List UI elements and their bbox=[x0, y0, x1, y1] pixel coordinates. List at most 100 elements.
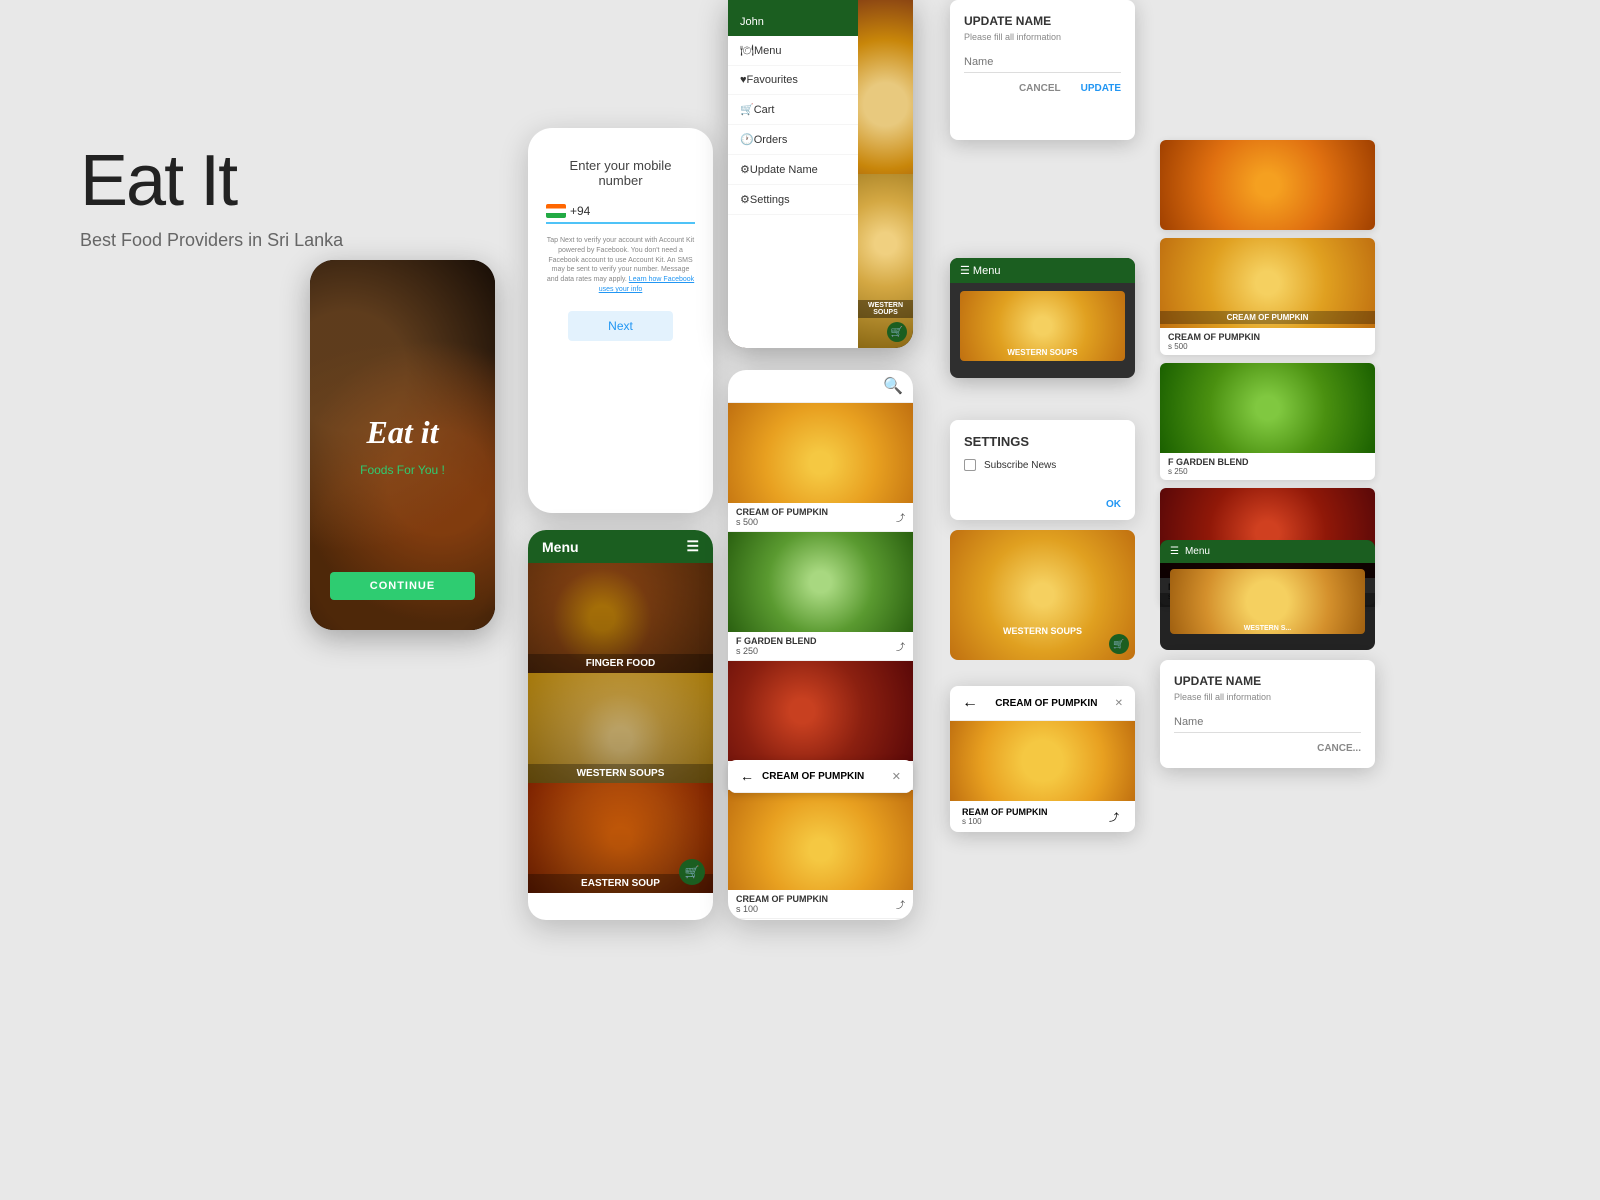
pumpkin-back-nav: ← CREAM OF PUMPKIN ✕ bbox=[728, 760, 913, 793]
pumpkin-name: CREAM OF PUMPKIN bbox=[736, 507, 828, 517]
food-list-header: 🔍 bbox=[728, 370, 913, 403]
western-soups-preview[interactable]: WESTERN SOUPS 🛒 bbox=[950, 530, 1135, 660]
menu-overlay-phone: ☰ Menu WESTERN SOUPS bbox=[950, 258, 1135, 378]
menu-icon: ☰ bbox=[686, 538, 699, 555]
right-garden-img bbox=[1160, 363, 1375, 453]
drawer-settings-label: Settings bbox=[750, 194, 790, 206]
update-name-buttons: CANCEL UPDATE bbox=[964, 83, 1121, 94]
right-food-pumpkin[interactable]: CREAM OF PUMPKIN CREAM OF PUMPKIN s 500 bbox=[1160, 238, 1375, 355]
drawer-food-preview: WESTERN SOUPS 🛒 bbox=[858, 0, 913, 348]
learn-more-link[interactable]: Learn how Facebook uses your info bbox=[599, 276, 694, 293]
name-input[interactable] bbox=[964, 52, 1121, 73]
drawer-orders-item[interactable]: 🕐 Orders bbox=[728, 125, 858, 155]
pumpkin-info: CREAM OF PUMPKIN s 500 ⤴ bbox=[728, 503, 913, 531]
pumpkin2-details: CREAM OF PUMPKIN s 100 bbox=[736, 894, 828, 914]
right-food-garden[interactable]: F GARDEN BLEND s 250 bbox=[1160, 363, 1375, 480]
phone-food-list: 🔍 CREAM OF PUMPKIN s 500 ⤴ F GARDEN BLEN… bbox=[728, 370, 913, 920]
food-card-garden[interactable]: F GARDEN BLEND s 250 ⤴ bbox=[728, 532, 913, 661]
fr-update-title: UPDATE NAME bbox=[1174, 674, 1361, 688]
pumpkin2-price: s 100 bbox=[736, 904, 828, 914]
settings-ok-button[interactable]: OK bbox=[1106, 499, 1121, 510]
next-button[interactable]: Next bbox=[568, 311, 673, 341]
app-subtitle: Best Food Providers in Sri Lanka bbox=[80, 230, 343, 251]
login-title: Enter your mobile number bbox=[546, 158, 695, 188]
country-code: +94 bbox=[570, 204, 590, 218]
pumpkin-modal-price: s 100 bbox=[962, 817, 1048, 826]
pumpkin2-name: CREAM OF PUMPKIN bbox=[736, 894, 828, 904]
cart-button[interactable]: 🛒 bbox=[679, 859, 705, 885]
orders-icon: 🕐 bbox=[740, 133, 754, 146]
pumpkin-modal-name: REAM OF PUMPKIN bbox=[962, 807, 1048, 817]
pumpkin-details: CREAM OF PUMPKIN s 500 bbox=[736, 507, 828, 527]
drawer-update-name-item[interactable]: ⚙ Update Name bbox=[728, 155, 858, 185]
menu-overlay-header: ☰ Menu bbox=[950, 258, 1135, 283]
cart-icon: 🛒 bbox=[740, 103, 754, 116]
western-soups-cart-button[interactable]: 🛒 bbox=[1109, 634, 1129, 654]
update-icon: ⚙ bbox=[740, 163, 750, 176]
drawer-cart-fab[interactable]: 🛒 bbox=[887, 322, 907, 342]
modal-close-icon[interactable]: ✕ bbox=[1115, 698, 1123, 709]
right-food-eastern[interactable]: EASTERN SO bbox=[1160, 140, 1375, 230]
right-garden-name: F GARDEN BLEND bbox=[1160, 453, 1375, 467]
drawer-cart-label: Cart bbox=[754, 104, 775, 116]
app-intro-section: Eat It Best Food Providers in Sri Lanka bbox=[80, 140, 343, 251]
settings-title: SETTINGS bbox=[964, 434, 1121, 449]
menu-finger-food[interactable]: FINGER FOOD bbox=[528, 563, 713, 673]
update-button[interactable]: UPDATE bbox=[1081, 83, 1121, 94]
fr-menu-content: WESTERN S... bbox=[1160, 563, 1375, 640]
menu-eastern-soup[interactable]: EASTERN SOUP 🛒 bbox=[528, 783, 713, 893]
phone-input-row[interactable]: +94 bbox=[546, 204, 695, 224]
food-card-pumpkin[interactable]: CREAM OF PUMPKIN s 500 ⤴ bbox=[728, 403, 913, 532]
cancel-button[interactable]: CANCEL bbox=[1019, 83, 1061, 94]
update-name-title: UPDATE NAME bbox=[964, 14, 1121, 28]
back-arrow-icon[interactable]: ← bbox=[740, 768, 754, 784]
pumpkin-modal-header: ← CREAM OF PUMPKIN ✕ bbox=[950, 686, 1135, 721]
food-preview-bottom bbox=[858, 174, 913, 348]
pumpkin-price: s 500 bbox=[736, 517, 828, 527]
fr-menu-food-img: WESTERN S... bbox=[1170, 569, 1365, 634]
share-icon[interactable]: ⤴ bbox=[896, 511, 905, 524]
finger-food-label: FINGER FOOD bbox=[528, 654, 713, 673]
western-soups-label: WESTERN SOUPS bbox=[528, 764, 713, 783]
drawer-settings-item[interactable]: ⚙ Settings bbox=[728, 185, 858, 215]
food-preview-top bbox=[858, 0, 913, 174]
pumpkin-modal-details: REAM OF PUMPKIN s 100 bbox=[962, 807, 1048, 826]
drawer-user: John bbox=[728, 0, 858, 36]
pumpkin-image bbox=[728, 403, 913, 503]
pumpkin-modal-title: CREAM OF PUMPKIN bbox=[995, 698, 1097, 709]
subscribe-label: Subscribe News bbox=[984, 460, 1056, 471]
menu-overlay-food-img: WESTERN SOUPS bbox=[960, 291, 1125, 361]
drawer-cart-item[interactable]: 🛒 Cart bbox=[728, 95, 858, 125]
search-icon[interactable]: 🔍 bbox=[883, 376, 903, 396]
subscribe-checkbox[interactable] bbox=[964, 459, 976, 471]
drawer-menu-item[interactable]: 🍽 Menu bbox=[728, 36, 858, 66]
menu-western-soups[interactable]: WESTERN SOUPS bbox=[528, 673, 713, 783]
splash-background: Eat it Foods For You ! CONTINUE bbox=[310, 260, 495, 630]
close-icon[interactable]: ✕ bbox=[892, 770, 901, 783]
pumpkin-modal-info: REAM OF PUMPKIN s 100 ⤴ bbox=[950, 801, 1135, 832]
drawer-update-label: Update Name bbox=[750, 164, 818, 176]
fr-name-input[interactable] bbox=[1174, 712, 1361, 733]
fr-cancel-button[interactable]: CANCE... bbox=[1317, 743, 1361, 754]
eastern-soup-img: EASTERN SO bbox=[1160, 140, 1375, 230]
right-pumpkin-name: CREAM OF PUMPKIN bbox=[1160, 328, 1375, 342]
garden-name: F GARDEN BLEND bbox=[736, 636, 817, 646]
update-name-card: UPDATE NAME Please fill all information … bbox=[950, 0, 1135, 140]
modal-back-arrow[interactable]: ← bbox=[962, 694, 978, 712]
phone-login: Enter your mobile number +94 Tap Next to… bbox=[528, 128, 713, 513]
menu-icon: 🍽 bbox=[740, 44, 754, 57]
share-icon-modal[interactable]: ⤴ bbox=[1109, 813, 1119, 824]
pumpkin-modal-actions: ⤴ bbox=[1109, 808, 1123, 826]
food-card-pumpkin2[interactable]: CREAM OF PUMPKIN s 100 ⤴ bbox=[728, 790, 913, 919]
fr-buttons: CANCE... bbox=[1174, 743, 1361, 754]
login-disclaimer: Tap Next to verify your account with Acc… bbox=[546, 236, 695, 295]
settings-card: SETTINGS Subscribe News OK bbox=[950, 420, 1135, 520]
pumpkin-detail-modal: ← CREAM OF PUMPKIN ✕ REAM OF PUMPKIN s 1… bbox=[950, 686, 1135, 832]
garden-price: s 250 bbox=[736, 646, 817, 656]
share-icon-garden[interactable]: ⤴ bbox=[896, 640, 905, 653]
garden-details: F GARDEN BLEND s 250 bbox=[736, 636, 817, 656]
drawer-favourites-item[interactable]: ♥ Favourites bbox=[728, 66, 858, 95]
share-icon-pumpkin2[interactable]: ⤴ bbox=[896, 898, 905, 911]
continue-button[interactable]: CONTINUE bbox=[330, 572, 475, 600]
fr-menu-label: Menu bbox=[1185, 546, 1210, 557]
